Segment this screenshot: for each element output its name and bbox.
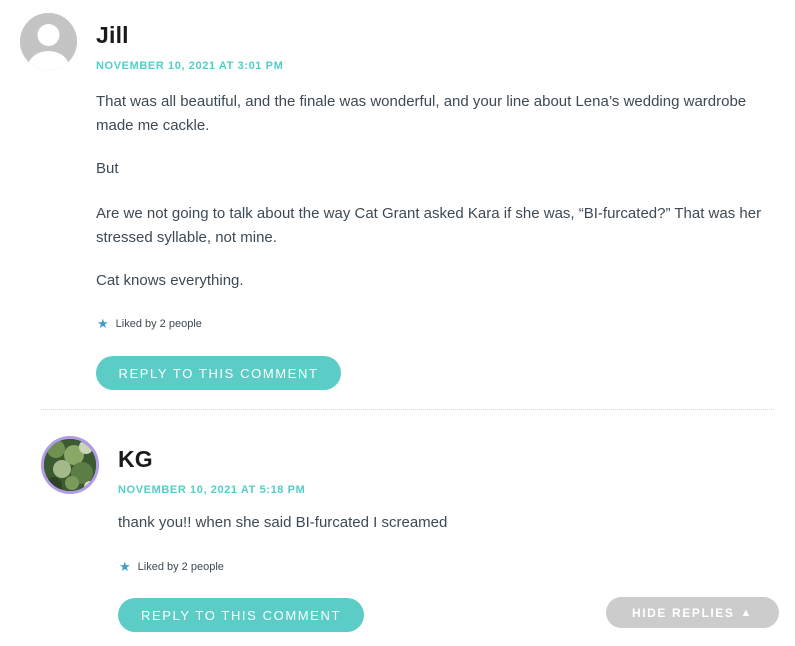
star-icon: ★: [119, 559, 131, 574]
comment-author[interactable]: KG: [118, 446, 153, 473]
comment-author[interactable]: Jill: [96, 22, 129, 49]
likes-indicator[interactable]: ★ Liked by 2 people: [119, 560, 224, 573]
hide-replies-label: HIDE REPLIES: [631, 605, 735, 620]
reply-button[interactable]: REPLY TO THIS COMMENT: [96, 356, 341, 390]
triangle-up-icon: ▲: [740, 606, 754, 619]
default-avatar-icon[interactable]: [20, 13, 77, 70]
comment-divider: [41, 409, 774, 410]
star-icon: ★: [97, 316, 109, 331]
comment-text-line: That was all beautiful, and the finale w…: [96, 93, 747, 110]
reply-button[interactable]: REPLY TO THIS COMMENT: [118, 598, 364, 632]
comment-thread: Jill NOVEMBER 10, 2021 AT 3:01 PM That w…: [0, 0, 795, 646]
comment-text-line: But: [96, 160, 119, 177]
comment-text-line: Are we not going to talk about the way C…: [96, 205, 762, 222]
comment-timestamp[interactable]: NOVEMBER 10, 2021 AT 3:01 PM: [96, 60, 283, 72]
likes-indicator[interactable]: ★ Liked by 2 people: [97, 317, 202, 330]
comment-text-line: made me cackle.: [96, 117, 210, 134]
comment-text-line: stressed syllable, not mine.: [96, 229, 277, 246]
likes-text: Liked by 2 people: [137, 560, 224, 573]
hide-replies-button[interactable]: HIDE REPLIES ▲: [606, 597, 779, 628]
likes-text: Liked by 2 people: [115, 317, 202, 330]
comment-text-line: Cat knows everything.: [96, 272, 244, 289]
user-avatar-icon[interactable]: [41, 436, 99, 494]
comment-text-line: thank you!! when she said BI-furcated I …: [118, 514, 448, 531]
comment-timestamp[interactable]: NOVEMBER 10, 2021 AT 5:18 PM: [118, 484, 305, 496]
